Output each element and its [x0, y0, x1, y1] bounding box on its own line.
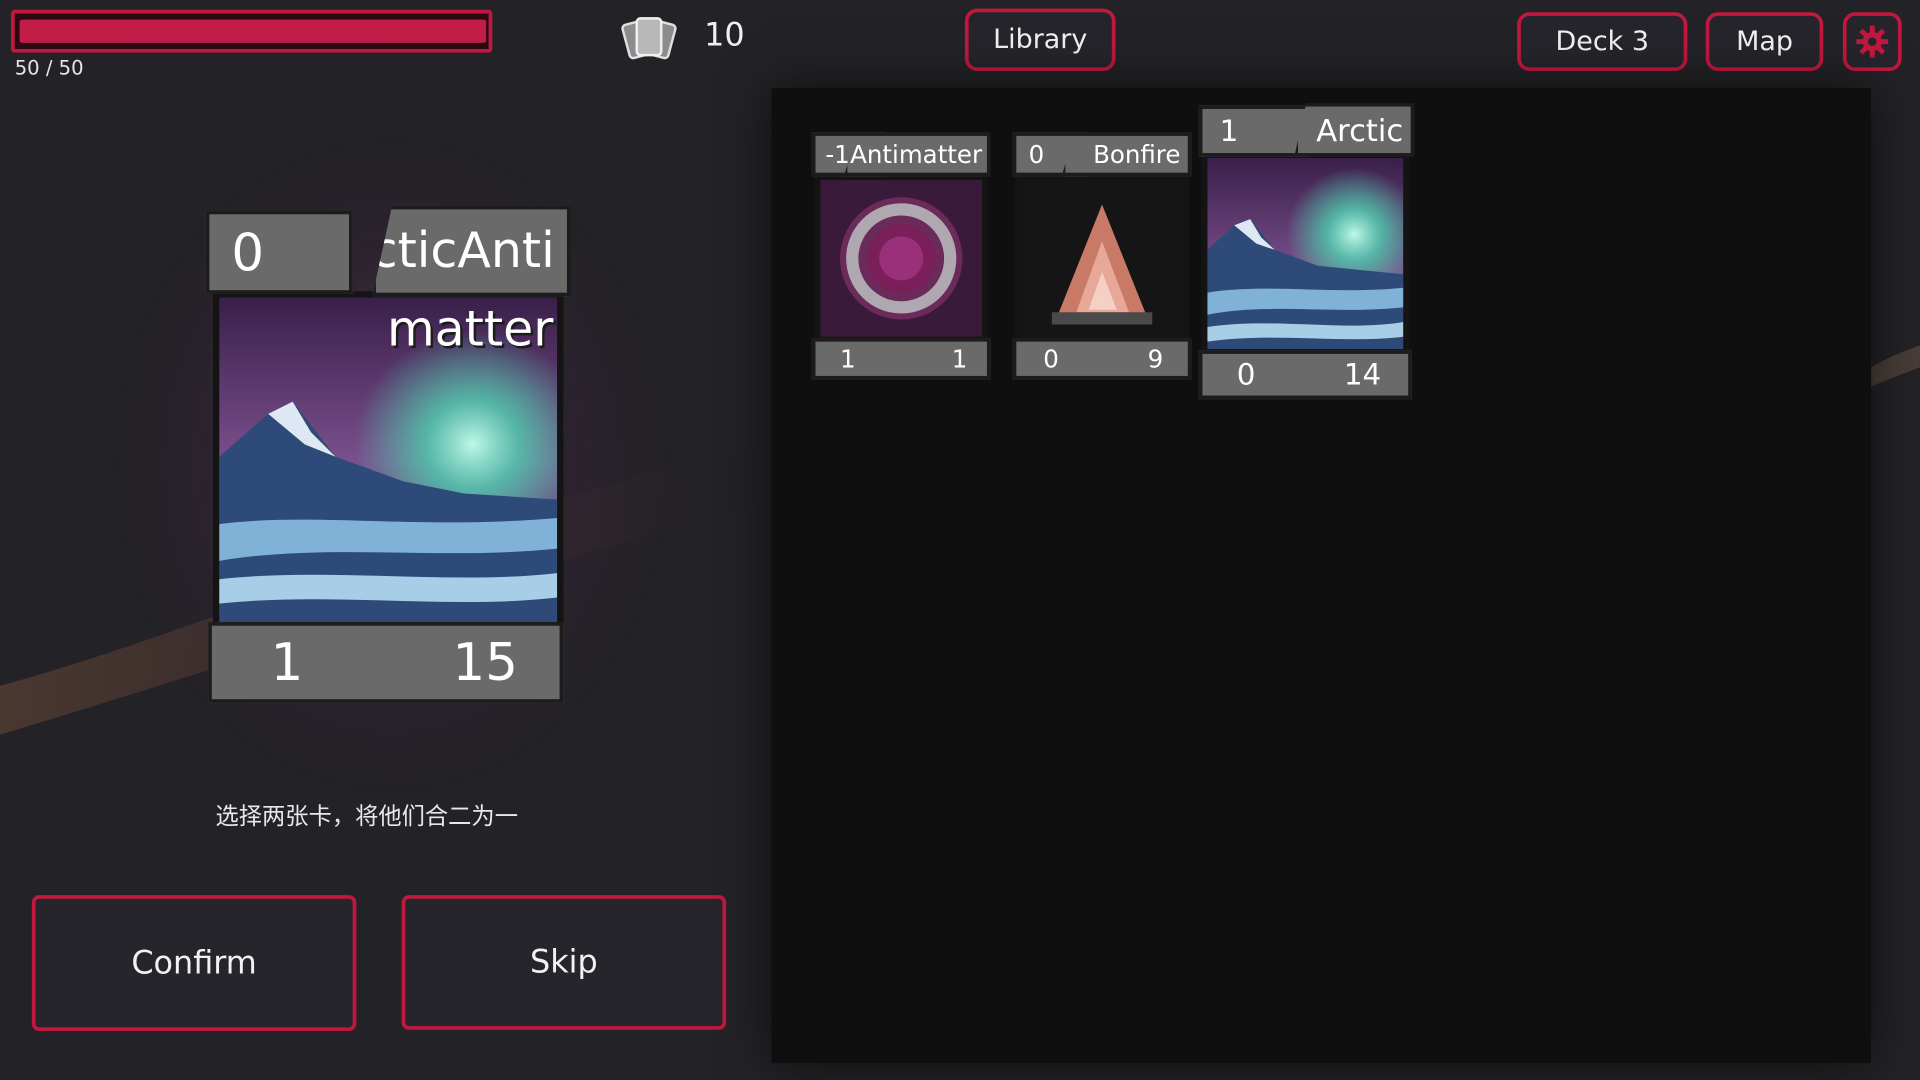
- confirm-button[interactable]: Confirm: [31, 895, 357, 1032]
- card-name-line1: ArcticAnti: [372, 205, 571, 297]
- card-stat-left: 1: [840, 344, 856, 374]
- skip-button[interactable]: Skip: [401, 895, 727, 1030]
- card-art-frame: [1015, 173, 1189, 343]
- vortex-art: [820, 180, 983, 337]
- card-art-frame: [814, 173, 989, 343]
- card-art-frame: [1201, 151, 1410, 356]
- card-cost: 0: [205, 210, 353, 294]
- instruction-text: 选择两张卡，将他们合二为一: [215, 803, 518, 831]
- card-stats: 1 15: [208, 622, 564, 703]
- card-antimatter[interactable]: -1 Antimatter 1 1: [811, 132, 991, 380]
- health-bar-fill: [19, 19, 487, 43]
- game-screen: 50 / 50 10 Library Deck 3 Map 0 ArcticAn…: [0, 0, 1920, 1080]
- card-cost: 1: [1198, 105, 1309, 157]
- card-stat-left: 0: [1236, 357, 1256, 392]
- card-name: Antimatter: [843, 132, 991, 177]
- merged-card-preview: 0 ArcticAnti matter 1 15: [205, 205, 571, 703]
- card-bonfire[interactable]: 0 Bonfire 0 9: [1012, 132, 1192, 380]
- deck-button[interactable]: Deck 3: [1517, 12, 1688, 72]
- settings-button[interactable]: [1842, 12, 1902, 72]
- card-stat-left: 1: [270, 632, 304, 693]
- gear-icon: [1856, 25, 1889, 58]
- map-button[interactable]: Map: [1705, 12, 1824, 72]
- health-bar: [11, 9, 493, 53]
- scene: 50 / 50 10 Library Deck 3 Map 0 ArcticAn…: [0, 0, 1920, 1080]
- card-stat-left: 0: [1043, 344, 1059, 374]
- card-stats: 1 1: [811, 337, 991, 380]
- cards-stack-icon: [621, 17, 677, 60]
- card-stat-right: 1: [951, 344, 968, 374]
- aurora-mountain-art: [1207, 157, 1404, 349]
- card-arctic[interactable]: 1 Arctic 0 14: [1198, 102, 1415, 400]
- card-name: Arctic: [1294, 102, 1415, 157]
- library-button[interactable]: Library: [964, 8, 1116, 72]
- deck-count: 10: [704, 17, 745, 54]
- card-name-line2: matter: [386, 301, 554, 358]
- card-stat-right: 9: [1147, 344, 1164, 374]
- card-stat-right: 14: [1343, 357, 1382, 392]
- card-stats: 0 14: [1198, 350, 1412, 400]
- fire-art: [1021, 180, 1183, 337]
- card-name: Bonfire: [1061, 132, 1192, 177]
- card-stats: 0 9: [1012, 337, 1192, 380]
- health-text: 50 / 50: [14, 56, 84, 80]
- card-stat-right: 15: [452, 632, 518, 693]
